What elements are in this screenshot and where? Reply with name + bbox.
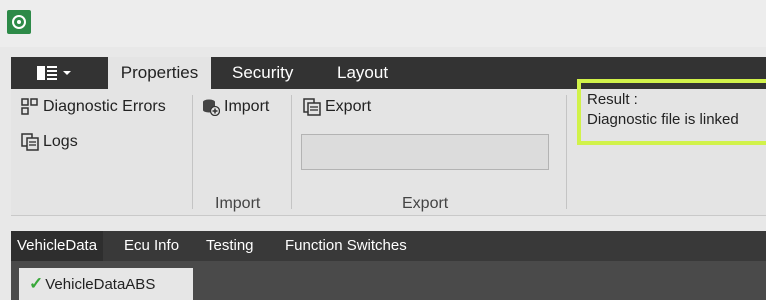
tab-security[interactable]: Security — [232, 57, 293, 89]
import-group-label: Import — [215, 195, 261, 212]
import-button[interactable]: Import — [202, 98, 270, 117]
logs-button[interactable]: Logs — [21, 133, 78, 151]
ribbon-panel: Diagnostic Errors Logs Import Import Exp… — [11, 79, 766, 216]
divider — [192, 95, 193, 209]
export-button[interactable]: Export — [303, 98, 371, 116]
divider — [566, 95, 567, 209]
export-label: Export — [325, 98, 372, 115]
app-menu-icon — [37, 66, 57, 80]
divider — [291, 95, 292, 209]
title-bar — [0, 0, 766, 47]
subtab-bar: ✓ VehicleDataABS — [11, 261, 766, 300]
app-menu-button[interactable] — [11, 57, 97, 89]
app-logo-icon[interactable] — [7, 10, 31, 34]
subtab-label: VehicleDataABS — [45, 275, 156, 293]
export-group-label: Export — [402, 195, 449, 212]
logs-label: Logs — [43, 133, 78, 150]
check-icon: ✓ — [29, 274, 44, 293]
chevron-down-icon — [63, 71, 71, 75]
result-panel: Result : Diagnostic file is linked — [577, 79, 766, 145]
tab-properties[interactable]: Properties — [108, 57, 211, 89]
export-icon — [303, 98, 321, 116]
result-message: Diagnostic file is linked — [587, 111, 739, 128]
tab-function-switches[interactable]: Function Switches — [285, 231, 407, 261]
document-tab-bar: VehicleData Ecu Info Testing Function Sw… — [11, 231, 766, 261]
diagnostic-errors-button[interactable]: Diagnostic Errors — [21, 98, 166, 116]
logs-icon — [21, 133, 39, 151]
diagnostic-errors-label: Diagnostic Errors — [43, 98, 166, 115]
diagnostic-errors-icon — [21, 98, 39, 116]
result-label: Result : — [587, 91, 638, 108]
tab-ecu-info[interactable]: Ecu Info — [124, 231, 179, 261]
tab-testing[interactable]: Testing — [206, 231, 254, 261]
tab-vehicledata[interactable]: VehicleData — [11, 231, 104, 261]
import-label: Import — [224, 98, 270, 115]
subtab-vehicledataabs[interactable]: ✓ VehicleDataABS — [19, 268, 193, 300]
tab-layout[interactable]: Layout — [337, 57, 388, 89]
export-path-field[interactable] — [301, 134, 549, 170]
import-icon — [202, 98, 221, 117]
